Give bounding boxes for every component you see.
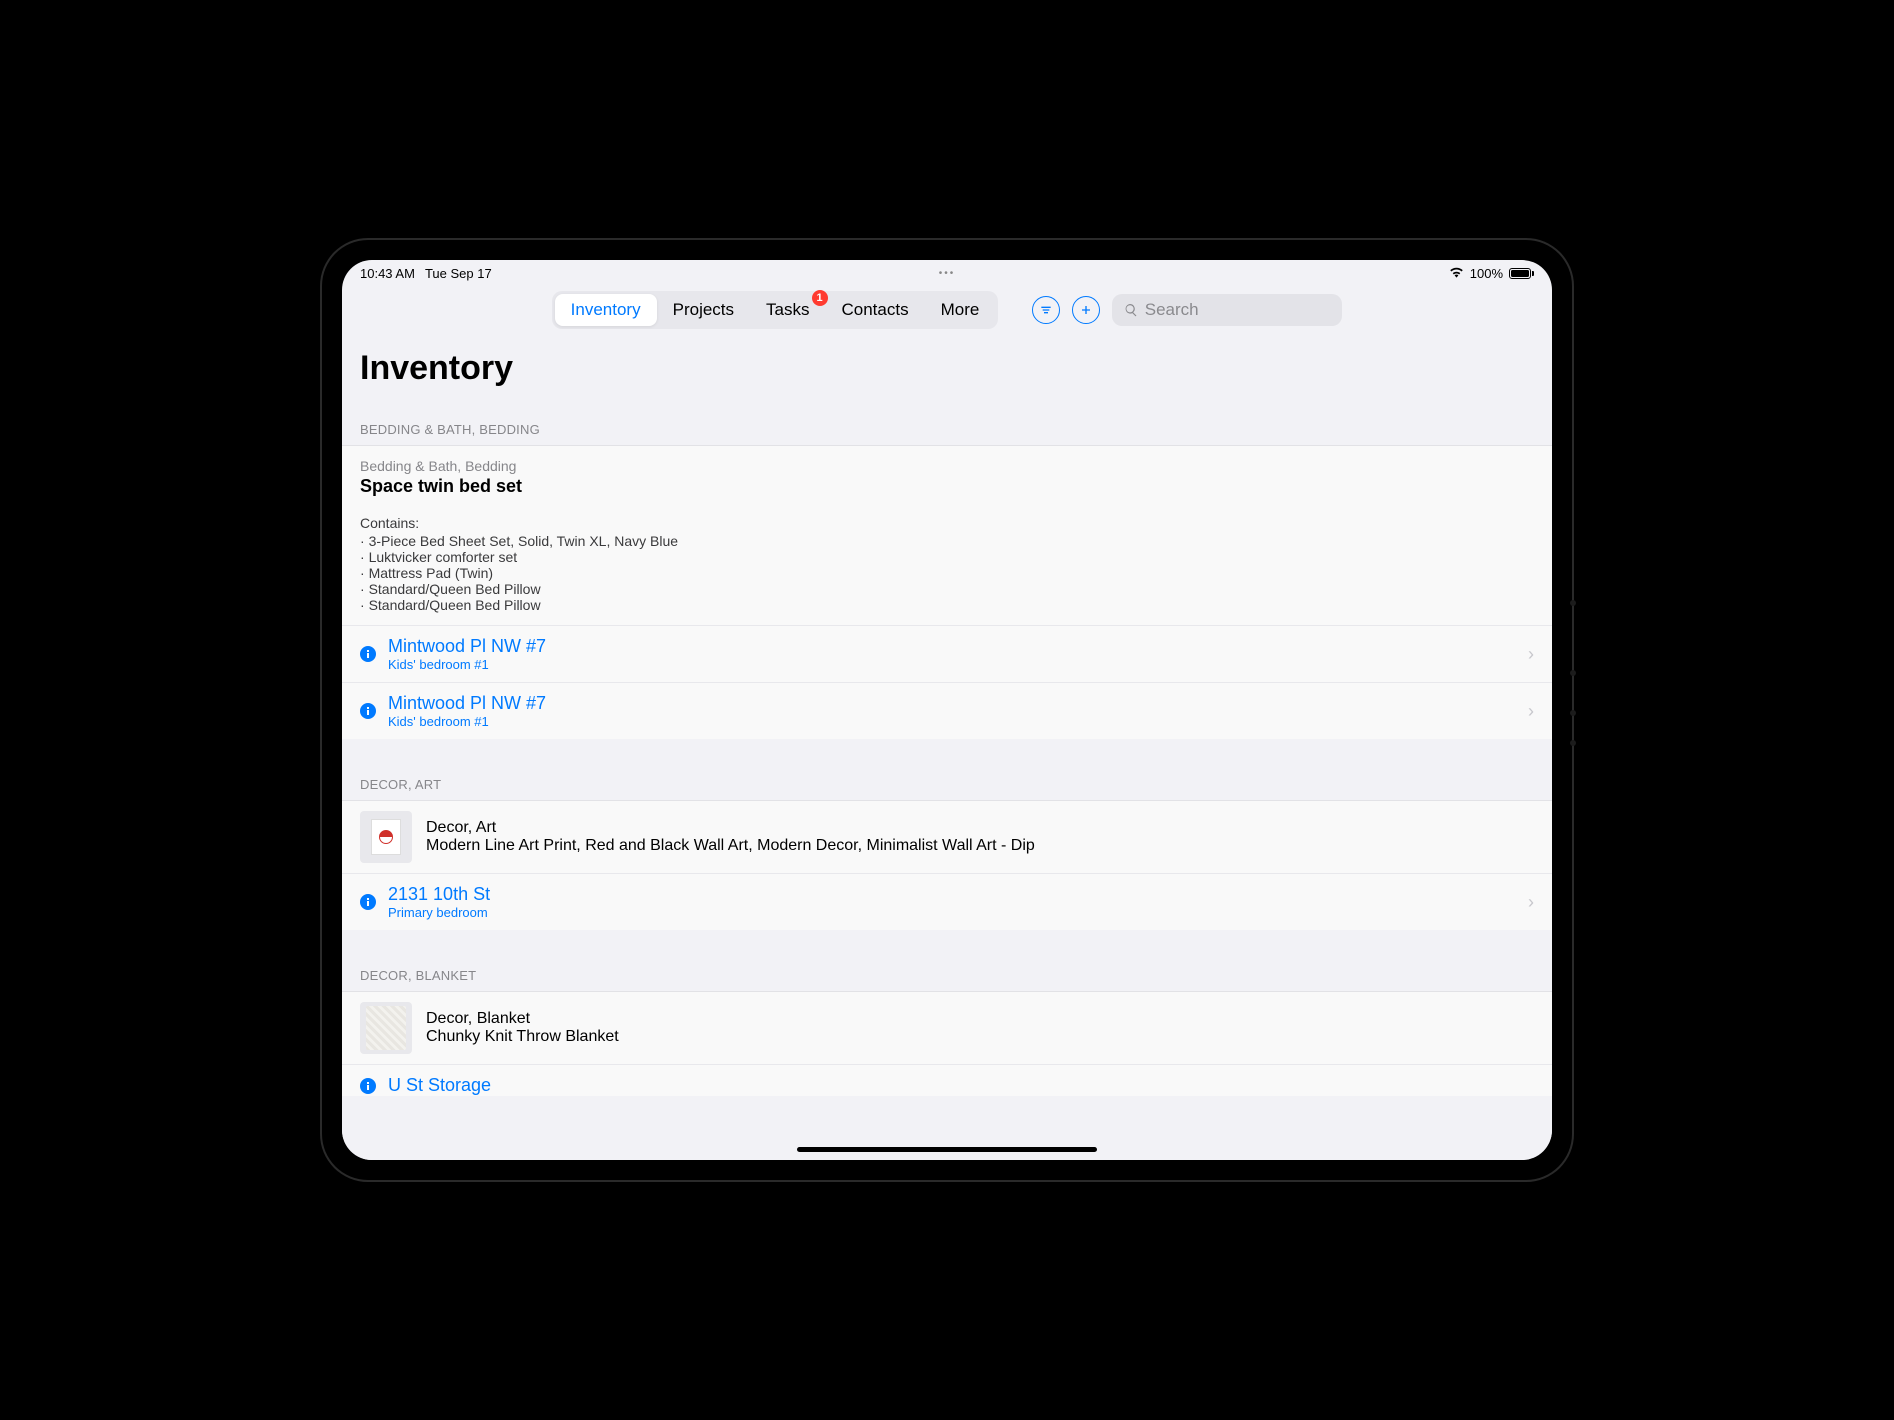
tab-tasks[interactable]: Tasks 1 [750, 294, 825, 326]
location-row[interactable]: Mintwood Pl NW #7 Kids' bedroom #1 › [342, 682, 1552, 739]
location-text: U St Storage [388, 1075, 1534, 1096]
item-title: Space twin bed set [360, 476, 1534, 497]
inventory-item[interactable]: Bedding & Bath, Bedding Space twin bed s… [342, 445, 1552, 625]
wifi-icon [1449, 266, 1464, 281]
search-input[interactable] [1145, 300, 1331, 320]
side-button [1570, 600, 1576, 606]
location-secondary: Kids' bedroom #1 [388, 657, 1516, 672]
item-text: Decor, Blanket Chunky Knit Throw Blanket [426, 1010, 619, 1046]
device-frame: 10:43 AM Tue Sep 17 ••• 100% Inventory P… [322, 240, 1572, 1180]
tab-tasks-label: Tasks [766, 300, 809, 319]
chevron-right-icon: › [1528, 892, 1534, 913]
location-info-icon [360, 1078, 376, 1094]
add-button[interactable] [1072, 296, 1100, 324]
segmented-control: Inventory Projects Tasks 1 Contacts More [552, 291, 999, 329]
location-row[interactable]: Mintwood Pl NW #7 Kids' bedroom #1 › [342, 625, 1552, 682]
location-row[interactable]: U St Storage [342, 1064, 1552, 1096]
location-primary: Mintwood Pl NW #7 [388, 636, 1516, 657]
status-right: 100% [1449, 266, 1534, 281]
location-secondary: Kids' bedroom #1 [388, 714, 1516, 729]
status-bar: 10:43 AM Tue Sep 17 ••• 100% [342, 260, 1552, 283]
contains-item: 3-Piece Bed Sheet Set, Solid, Twin XL, N… [360, 533, 1534, 549]
side-button [1570, 670, 1576, 676]
contains-item: Standard/Queen Bed Pillow [360, 597, 1534, 613]
location-secondary: Primary bedroom [388, 905, 1516, 920]
home-indicator[interactable] [797, 1147, 1097, 1152]
location-info-icon [360, 646, 376, 662]
inventory-item[interactable]: Decor, Art Modern Line Art Print, Red an… [342, 800, 1552, 873]
battery-percentage: 100% [1470, 266, 1503, 281]
section-gap [342, 930, 1552, 960]
item-title: Modern Line Art Print, Red and Black Wal… [426, 837, 1035, 855]
location-primary: Mintwood Pl NW #7 [388, 693, 1516, 714]
search-field[interactable] [1112, 294, 1342, 326]
location-text: Mintwood Pl NW #7 Kids' bedroom #1 [388, 693, 1516, 729]
multitask-dots-icon[interactable]: ••• [939, 268, 956, 279]
status-time: 10:43 AM [360, 266, 415, 281]
item-title: Chunky Knit Throw Blanket [426, 1028, 619, 1046]
inventory-item[interactable]: Decor, Blanket Chunky Knit Throw Blanket [342, 991, 1552, 1064]
item-thumbnail [360, 1002, 412, 1054]
page-title: Inventory [342, 343, 1552, 402]
location-primary: U St Storage [388, 1075, 1534, 1096]
contains-item: Standard/Queen Bed Pillow [360, 581, 1534, 597]
location-info-icon [360, 894, 376, 910]
item-contains: Contains: 3-Piece Bed Sheet Set, Solid, … [360, 515, 1534, 613]
location-row[interactable]: 2131 10th St Primary bedroom › [342, 873, 1552, 930]
item-breadcrumb: Bedding & Bath, Bedding [360, 458, 1534, 474]
filter-button[interactable] [1032, 296, 1060, 324]
location-info-icon [360, 703, 376, 719]
item-breadcrumb: Decor, Blanket [426, 1010, 619, 1028]
blanket-icon [366, 1006, 406, 1050]
screen: 10:43 AM Tue Sep 17 ••• 100% Inventory P… [342, 260, 1552, 1160]
section-gap [342, 739, 1552, 769]
side-button [1570, 740, 1576, 746]
contains-item: Luktvicker comforter set [360, 549, 1534, 565]
item-thumbnail [360, 811, 412, 863]
section-header: DECOR, ART [342, 769, 1552, 800]
contains-item: Mattress Pad (Twin) [360, 565, 1534, 581]
section-header: DECOR, BLANKET [342, 960, 1552, 991]
toolbar: Inventory Projects Tasks 1 Contacts More [342, 283, 1552, 343]
tab-more[interactable]: More [925, 294, 996, 326]
section-header: BEDDING & BATH, BEDDING [342, 402, 1552, 445]
chevron-right-icon: › [1528, 701, 1534, 722]
item-text: Decor, Art Modern Line Art Print, Red an… [426, 819, 1035, 855]
location-text: 2131 10th St Primary bedroom [388, 884, 1516, 920]
content-scroll[interactable]: Inventory BEDDING & BATH, BEDDING Beddin… [342, 343, 1552, 1160]
toolbar-actions [1032, 294, 1342, 326]
tab-contacts[interactable]: Contacts [826, 294, 925, 326]
search-icon [1124, 302, 1138, 318]
tab-projects[interactable]: Projects [657, 294, 750, 326]
location-primary: 2131 10th St [388, 884, 1516, 905]
status-date: Tue Sep 17 [425, 266, 492, 281]
art-print-icon [371, 819, 401, 855]
chevron-right-icon: › [1528, 644, 1534, 665]
side-button [1570, 710, 1576, 716]
item-breadcrumb: Decor, Art [426, 819, 1035, 837]
location-text: Mintwood Pl NW #7 Kids' bedroom #1 [388, 636, 1516, 672]
status-left: 10:43 AM Tue Sep 17 [360, 266, 492, 281]
tab-inventory[interactable]: Inventory [555, 294, 657, 326]
battery-icon [1509, 268, 1534, 279]
contains-label: Contains: [360, 515, 1534, 531]
